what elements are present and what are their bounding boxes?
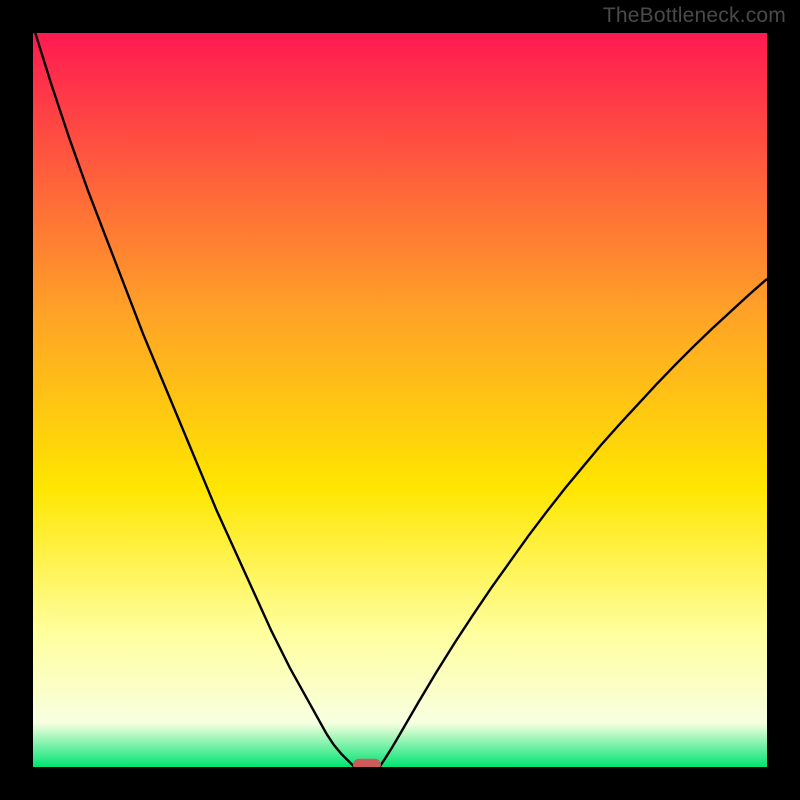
bottleneck-marker — [353, 759, 381, 767]
plot-area — [33, 33, 767, 767]
watermark-text: TheBottleneck.com — [603, 4, 786, 28]
gradient-background — [33, 33, 767, 767]
bottleneck-chart — [33, 33, 767, 767]
chart-frame: TheBottleneck.com — [0, 0, 800, 800]
